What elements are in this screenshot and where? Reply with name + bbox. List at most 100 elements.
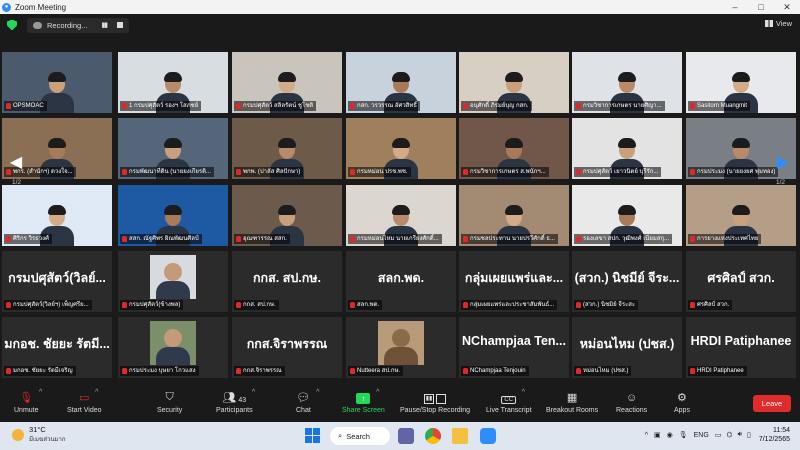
battery-icon[interactable]: ▯ [747,431,751,439]
participant-tile[interactable]: กรมชลประทาน นายปรวีศักดิ์ ธ... [459,185,569,246]
participant-name-label: HRDI Patiphanee [688,366,747,376]
stop-recording-icon[interactable] [117,22,124,28]
start-video-button[interactable]: ▭ ^ Start Video [67,387,102,420]
window-title: Zoom Meeting [15,2,67,12]
participant-tile[interactable]: สสก. ณัฐศิพร ผิณพัฒนศิลป์ [118,185,228,246]
profile-picture [150,321,196,365]
participants-icon: 👥︎ 43 ^ [222,389,256,404]
participant-tile[interactable]: อนุศักดิ์ ภิรมย์บุญ กสก. [459,52,569,113]
muted-mic-icon [463,368,468,374]
muted-mic-icon [463,169,468,175]
participant-name-text: กรมปศุสัตว์ สลิลรัตน์ ชูโชติ [243,103,314,109]
participant-tile[interactable]: กลุ่มเผยแพร่และ... กลุ่มเผยแพร่และประชาสั… [459,251,569,312]
tray-app-icon[interactable]: ▣ [654,431,661,439]
participant-tile[interactable]: กกส.จิราพรรณ กกส.จิราพรรณ [232,317,342,378]
participant-tile[interactable]: หม่อนไหม (ปชส.) หม่อนไหม (ปชส.) [572,317,682,378]
participant-tile[interactable]: มกอช. ชัยยะ รัตมี... มกอช. ชัยยะ รัตมีเจร… [2,317,112,378]
participant-tile[interactable]: ศรศิลป์ สวก. ศรศิลป์ สวก. [686,251,796,312]
view-button[interactable]: View [764,19,792,28]
windows-taskbar: 31°C มีเมฆส่วนมาก ⌕ Search ^ ▣ ◉ 🎙︎ ENG … [0,422,800,450]
zoom-taskbar-icon[interactable] [480,428,496,444]
participant-name-text: HRDI Patiphanee [697,368,744,374]
weather-widget[interactable]: 31°C มีเมฆส่วนมาก [12,425,66,444]
apps-icon: ⚙︎ [677,392,687,404]
live-transcript-button[interactable]: CC ^ Live Transcript [486,387,532,420]
participant-tile[interactable]: Sasitorn Muangmit [686,52,796,113]
muted-mic-icon [576,236,581,242]
participant-tile[interactable]: กรมหม่อน ปรช.พช. [346,118,456,179]
next-page-arrow-icon[interactable]: ▶ [776,153,790,173]
participant-tile[interactable]: กรมปศุสัตว์ เยาวนิตย์ บุรีรัก... [572,118,682,179]
chrome-icon[interactable] [425,428,441,444]
participant-tile[interactable]: พกพ. (ปาลัส ศิลปักษา) [232,118,342,179]
participant-name-label: อนุศักดิ์ ภิรมย์บุญ กสก. [461,101,532,111]
participant-name-label: กรมวิชาการเกษตร ส.พนักฯ... [461,167,549,177]
participant-name-label: กรมวิชาการเกษตร นายศิญา... [574,101,665,111]
participant-tile[interactable]: NChampjaa Ten... NChampjaa Tenjouin [459,317,569,378]
security-button[interactable]: ⛉ Security [157,387,182,420]
chat-button[interactable]: 💬︎ ^ Chat [296,387,319,420]
participant-tile[interactable]: กสก. วรวรรณ อัศวสิทธิ์ [346,52,456,113]
network-icon[interactable]: ⌬ [726,431,732,439]
participant-name-text: กรมวิชาการเกษตร ส.พนักฯ... [470,169,546,175]
close-button[interactable]: ✕ [774,2,800,13]
participant-tile[interactable]: กรมประมง บุษยา โกวแสง [118,317,228,378]
volume-icon[interactable]: 🔊︎ [738,431,742,439]
breakout-rooms-icon: ▦ [566,392,578,404]
participant-tile[interactable]: OPSMOAC [2,52,112,113]
leave-button[interactable]: Leave [753,395,791,412]
security-shield-icon[interactable] [7,19,17,31]
participant-tile[interactable]: กกส. สป.กษ. กกส. สป.กษ. [232,251,342,312]
taskbar-search[interactable]: ⌕ Search [330,427,390,445]
windows-start-icon[interactable] [305,428,321,444]
clock[interactable]: 11:54 7/12/2565 [759,426,790,444]
reactions-button[interactable]: ☺ Reactions [616,387,647,420]
participant-tile[interactable]: การยางแห่งประเทศไทย [686,185,796,246]
minimize-button[interactable]: – [722,2,748,12]
participant-tile[interactable]: กรมปศุสัตว์ สลิลรัตน์ ชูโชติ [232,52,342,113]
unmute-button[interactable]: 🎙︎ ^ Unmute [14,387,42,420]
file-explorer-icon[interactable] [452,428,468,444]
tray-chevron-icon[interactable]: ^ [645,432,648,439]
participant-tile[interactable]: กรมวิชาการเกษตร ส.พนักฯ... [459,118,569,179]
pause-recording-icon[interactable]: ▮▮ [101,21,108,29]
zoom-logo-icon: ● [2,2,11,12]
participant-tile[interactable]: กรมพัฒนาที่ดิน (นายยงเกียรติ... [118,118,228,179]
participant-name-display: NChampjaa Ten... [462,334,566,348]
previous-page-arrow-icon[interactable]: ◀ [9,153,23,173]
display-icon[interactable]: ▭ [715,431,722,439]
participant-name-text: กรมปศุสัตว์ เยาวนิตย์ บุรีรัก... [583,169,659,175]
teams-chat-icon[interactable] [398,428,414,444]
breakout-rooms-button[interactable]: ▦ Breakout Rooms [546,387,598,420]
participant-tile[interactable]: HRDI Patiphanee HRDI Patiphanee [686,317,796,378]
participant-name-display: กกส.จิราพรรณ [246,337,328,351]
participant-tile[interactable]: Nutteera สป.กษ. [346,317,456,378]
maximize-button[interactable]: □ [748,2,774,12]
apps-button[interactable]: ⚙︎ Apps [674,387,690,420]
muted-mic-icon [122,368,127,374]
participant-tile[interactable]: กรมวิชาการเกษตร นายศิญา... [572,52,682,113]
participant-tile[interactable]: กรมปศุสัตว์(ข้างพล) [118,251,228,312]
participant-tile[interactable]: สลก.พด. สลก.พด. [346,251,456,312]
participants-button[interactable]: 👥︎ 43 ^ Participants [216,387,256,420]
view-label: View [775,19,792,28]
participant-tile[interactable]: กรมหม่อนไหม นายเกรียงศักดิ์... [346,185,456,246]
participant-tile[interactable]: 1 กรมปศุสัตว์ รองฯ โสภชย์ [118,52,228,113]
muted-mic-icon [690,169,695,175]
participant-name-label: กกส. สป.กษ. [234,300,279,310]
participant-tile[interactable]: กรมปศุสัตว์(วิลย์... กรมปศุสัตว์(วิลย์ฯ) … [2,251,112,312]
participant-tile[interactable]: (สวก.) นิชมีย์ จีระ... (สวก.) นิชมิย์ จีร… [572,251,682,312]
tray-mic-icon[interactable]: 🎙︎ [679,431,688,439]
muted-mic-icon [463,302,468,308]
participant-name-label: อุณฑารรณ สสก. [234,234,290,244]
language-indicator[interactable]: ENG [694,432,709,439]
pause-stop-recording-button[interactable]: ▮▮ Pause/Stop Recording [400,387,470,420]
participant-tile[interactable]: ศิริกร วิรธวงศ์ [2,185,112,246]
participant-name-text: อุณฑารรณ สสก. [243,236,287,242]
participant-tile[interactable]: อุณฑารรณ สสก. [232,185,342,246]
share-screen-button[interactable]: ↑ ^ Share Screen [342,387,385,420]
participant-tile[interactable]: รองเลขา สปก. วุฒิพงศ์ เนียมสกุ... [572,185,682,246]
participant-name-text: กรมหม่อนไหม นายเกรียงศักดิ์... [357,236,439,242]
participant-name-text: กรมประมง (นายยงยศ พุ่มทอง) [697,169,776,175]
tray-meet-icon[interactable]: ◉ [667,431,673,439]
